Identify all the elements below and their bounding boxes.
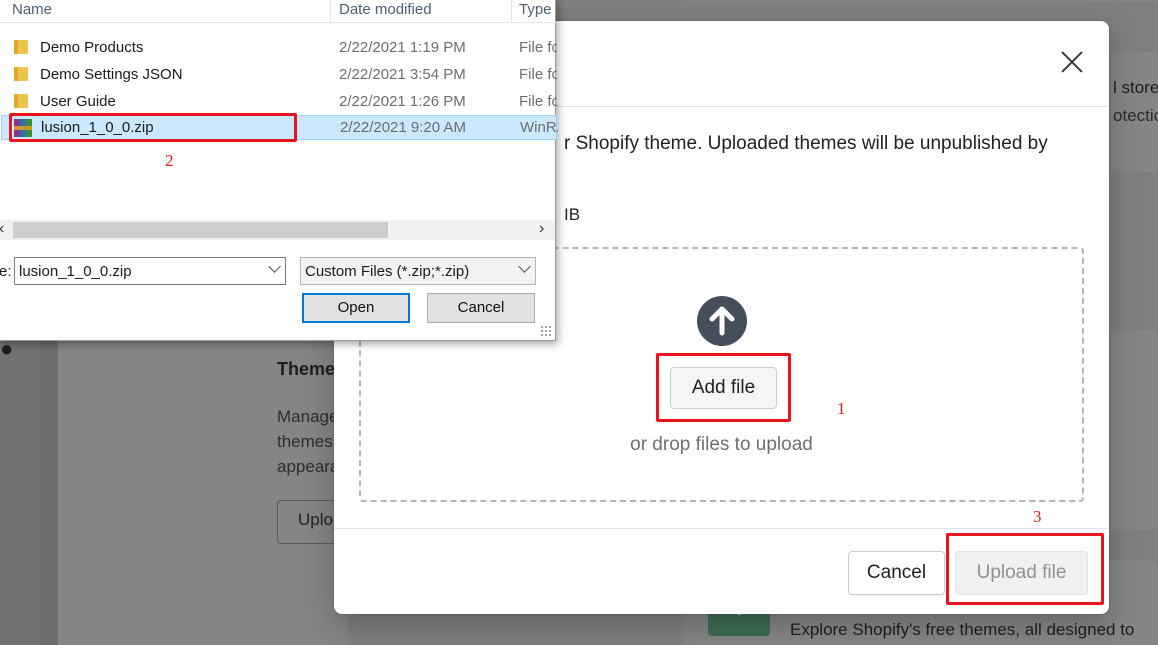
modal-footer-divider (334, 528, 1109, 529)
folder-icon (14, 67, 28, 81)
background-card-top (684, 0, 1158, 2)
open-button[interactable]: Open (302, 293, 410, 323)
modal-size-note: IB (564, 205, 581, 224)
file-name-value: lusion_1_0_0.zip (19, 263, 132, 280)
annotation-number-3: 3 (1033, 507, 1042, 526)
file-list-header: Name Date modified Type (0, 0, 557, 23)
column-header-type[interactable]: Type (519, 1, 552, 18)
file-row-demo-products[interactable]: Demo Products 2/22/2021 1:19 PM File fo (1, 35, 557, 60)
file-date: 2/22/2021 1:19 PM (339, 39, 466, 56)
scroll-left-icon[interactable]: ‹ (0, 220, 4, 238)
cancel-button[interactable]: Cancel (848, 551, 945, 595)
horizontal-scrollbar[interactable]: ‹ › (0, 220, 555, 240)
folder-icon (14, 94, 28, 108)
file-row-user-guide[interactable]: User Guide 2/22/2021 1:26 PM File fo (1, 89, 557, 114)
modal-description: r Shopify theme. Uploaded themes will be… (564, 133, 1048, 154)
column-header-name[interactable]: Name (12, 1, 52, 18)
background-section-desc-3: appeara (277, 457, 340, 476)
background-section-desc-2: themes (277, 432, 333, 451)
annotation-box-step-1 (656, 353, 791, 422)
background-footer-text: Explore Shopify's free themes, all desig… (790, 620, 1135, 639)
file-type: File fo (519, 66, 557, 83)
file-name: Demo Settings JSON (40, 66, 183, 83)
annotation-number-2: 2 (165, 151, 174, 170)
file-name-combobox[interactable]: lusion_1_0_0.zip (14, 257, 286, 285)
dialog-cancel-button[interactable]: Cancel (427, 293, 535, 323)
background-text-stores: l stores (1113, 78, 1158, 97)
file-open-dialog: Name Date modified Type Demo Products 2/… (0, 0, 558, 341)
file-name-label: e: (0, 263, 12, 280)
annotation-box-step-3 (946, 533, 1104, 605)
close-icon[interactable] (1056, 46, 1088, 78)
file-date: 2/22/2021 9:20 AM (340, 119, 466, 136)
scrollbar-thumb[interactable] (13, 222, 388, 238)
chevron-down-icon[interactable] (518, 260, 531, 273)
file-type: WinRA (520, 119, 558, 136)
column-header-date-modified[interactable]: Date modified (339, 1, 432, 18)
file-date: 2/22/2021 1:26 PM (339, 93, 466, 110)
file-type-filter-select[interactable]: Custom Files (*.zip;*.zip) (300, 257, 536, 285)
background-section-desc-1: Manage (277, 407, 339, 426)
chevron-down-icon[interactable] (268, 260, 281, 273)
file-name: User Guide (40, 93, 116, 110)
file-type: File fo (519, 39, 557, 56)
background-section-title: Theme (277, 359, 336, 379)
file-type-filter-value: Custom Files (*.zip;*.zip) (305, 263, 470, 280)
file-row-demo-settings-json[interactable]: Demo Settings JSON 2/22/2021 3:54 PM Fil… (1, 62, 557, 87)
resize-grip-icon[interactable] (540, 325, 552, 337)
drop-files-hint: or drop files to upload (630, 434, 813, 455)
folder-icon (14, 40, 28, 54)
annotation-number-1: 1 (837, 399, 846, 418)
file-type: File fo (519, 93, 557, 110)
arrow-up-circle-icon (697, 296, 747, 346)
background-text-protection: otection (1113, 106, 1158, 125)
annotation-box-step-2 (9, 113, 297, 142)
file-date: 2/22/2021 3:54 PM (339, 66, 466, 83)
file-name: Demo Products (40, 39, 144, 56)
scroll-right-icon[interactable]: › (539, 220, 544, 238)
